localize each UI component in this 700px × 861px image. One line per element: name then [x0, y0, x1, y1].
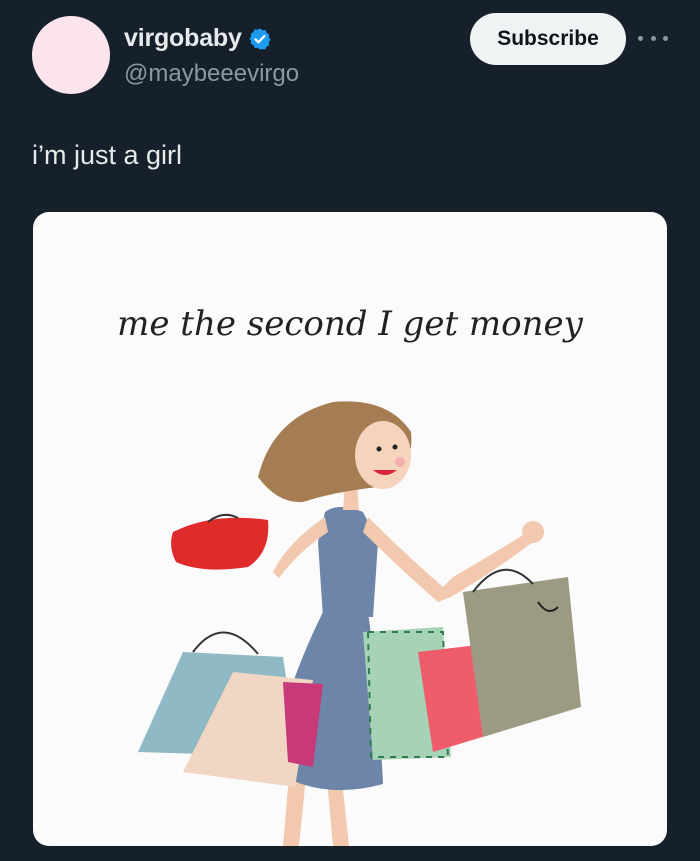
- display-name[interactable]: virgobaby: [124, 24, 242, 53]
- more-options-icon[interactable]: [638, 26, 668, 50]
- media-caption: me the second I get money: [117, 304, 583, 344]
- avatar[interactable]: [32, 16, 110, 94]
- subscribe-button[interactable]: Subscribe: [470, 13, 626, 65]
- user-handle[interactable]: @maybeeevirgo: [124, 60, 299, 88]
- name-row: virgobaby: [124, 24, 272, 53]
- verified-badge-icon: [249, 28, 271, 49]
- tweet-header: virgobaby @maybeeevirgo Subscribe: [0, 0, 700, 110]
- tweet-text: i’m just a girl: [32, 140, 183, 170]
- tweet-media[interactable]: me the second I get money: [33, 212, 667, 846]
